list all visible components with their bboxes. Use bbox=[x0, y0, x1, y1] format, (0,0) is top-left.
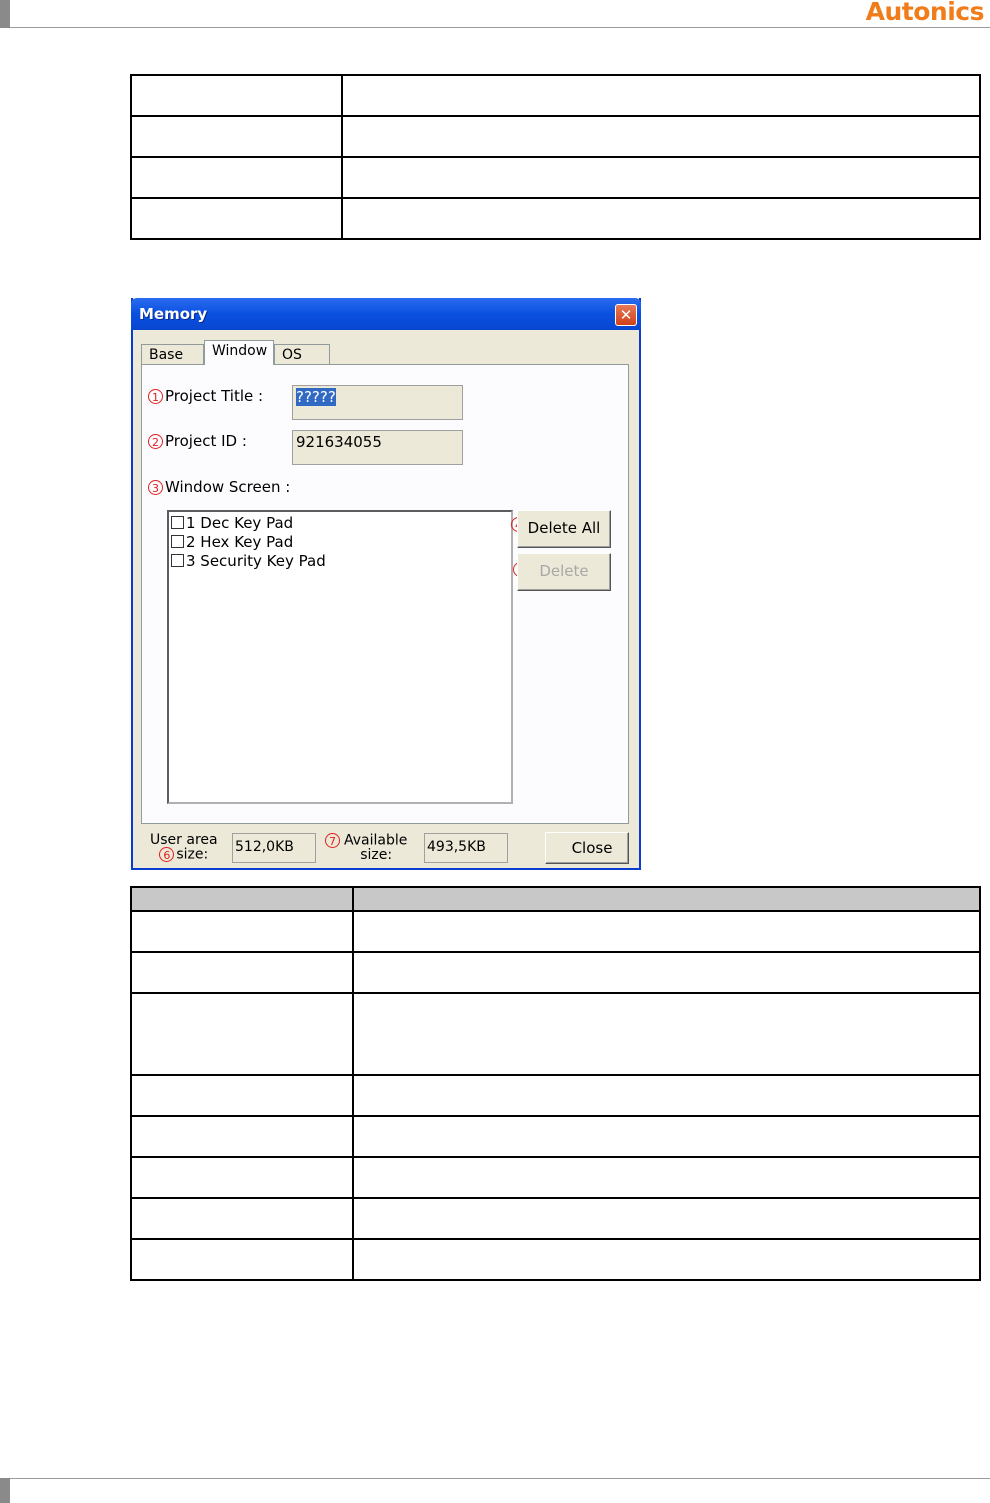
tab-base[interactable]: Base bbox=[141, 344, 204, 364]
table-row bbox=[130, 910, 981, 953]
table-row bbox=[130, 1115, 981, 1158]
table-header-row bbox=[130, 886, 981, 912]
close-icon[interactable]: ✕ bbox=[615, 304, 637, 326]
available-size-label: 7 Available size: bbox=[325, 833, 407, 862]
dialog-titlebar[interactable]: Memory ✕ bbox=[131, 298, 641, 330]
user-area-size-value: 512,0KB bbox=[232, 833, 316, 863]
memory-dialog: Memory ✕ Base Window OS 1 Project Title :… bbox=[131, 298, 641, 870]
marker-7: 7 bbox=[325, 833, 340, 848]
marker-1: 1 bbox=[148, 389, 163, 404]
project-id-field[interactable]: 921634055 bbox=[292, 430, 463, 465]
top-table bbox=[130, 74, 981, 240]
delete-button[interactable]: Delete bbox=[517, 553, 611, 591]
table-row bbox=[130, 197, 981, 240]
table-row bbox=[130, 951, 981, 994]
bottom-table bbox=[130, 886, 981, 1281]
tab-window[interactable]: Window bbox=[204, 340, 274, 365]
table-row bbox=[130, 1197, 981, 1240]
table-row bbox=[130, 156, 981, 199]
project-title-label: 1 Project Title : bbox=[148, 387, 263, 405]
checkbox[interactable] bbox=[171, 535, 184, 548]
table-row bbox=[130, 1156, 981, 1199]
table-row bbox=[130, 74, 981, 117]
close-button[interactable]: Close bbox=[545, 832, 629, 864]
tab-os[interactable]: OS bbox=[274, 344, 330, 364]
window-screen-list[interactable]: 1 Dec Key Pad 2 Hex Key Pad 3 Security K… bbox=[167, 510, 513, 804]
brand-logo: Autonics bbox=[865, 0, 985, 26]
project-id-label: 2 Project ID : bbox=[148, 432, 247, 450]
list-item[interactable]: 2 Hex Key Pad bbox=[171, 533, 509, 552]
user-area-size-label: User area 6 size: bbox=[150, 832, 218, 863]
checkbox[interactable] bbox=[171, 554, 184, 567]
table-row bbox=[130, 992, 981, 1076]
delete-all-button[interactable]: Delete All bbox=[517, 510, 611, 548]
marker-2: 2 bbox=[148, 434, 163, 449]
table-row bbox=[130, 1238, 981, 1281]
marker-6: 6 bbox=[159, 847, 175, 862]
checkbox[interactable] bbox=[171, 516, 184, 529]
list-item[interactable]: 1 Dec Key Pad bbox=[171, 514, 509, 533]
marker-3: 3 bbox=[148, 480, 163, 495]
header-line bbox=[10, 27, 990, 28]
dialog-title: Memory bbox=[139, 305, 208, 323]
available-size-value: 493,5KB bbox=[424, 833, 508, 863]
table-row bbox=[130, 1074, 981, 1117]
header-mark bbox=[0, 0, 10, 28]
list-item[interactable]: 3 Security Key Pad bbox=[171, 552, 509, 571]
window-screen-label: 3 Window Screen : bbox=[148, 478, 290, 496]
table-row bbox=[130, 115, 981, 158]
project-title-field[interactable]: ????? bbox=[292, 385, 463, 420]
footer-mark bbox=[0, 1478, 10, 1503]
tab-panel-window: 1 Project Title : ????? 2 Project ID : 921… bbox=[141, 364, 629, 824]
footer-line bbox=[10, 1478, 990, 1479]
